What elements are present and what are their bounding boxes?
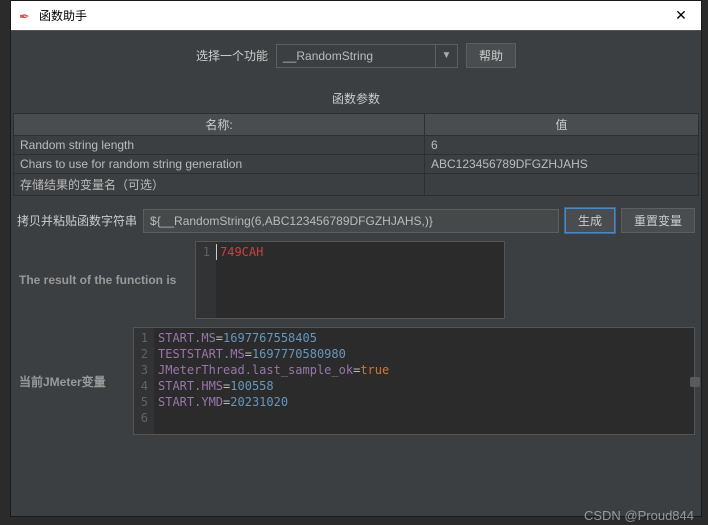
gutter: 1 (196, 242, 216, 318)
jmeter-vars-block: 123456 START.MS=1697767558405TESTSTART.M… (133, 327, 695, 435)
window-title: 函数助手 (39, 7, 669, 24)
result-label: The result of the function is (17, 273, 195, 287)
gutter: 123456 (134, 328, 154, 434)
param-name-cell: 存储结果的变量名（可选） (14, 174, 425, 196)
params-header-row: 名称: 值 (14, 114, 699, 136)
col-header-value: 值 (425, 114, 699, 136)
close-button[interactable]: ✕ (669, 4, 693, 28)
reset-vars-button[interactable]: 重置变量 (621, 208, 695, 233)
jmeter-vars-label: 当前JMeter变量 (17, 373, 133, 390)
jmeter-vars-textarea[interactable]: 123456 START.MS=1697767558405TESTSTART.M… (133, 327, 695, 435)
generate-row: 拷贝并粘贴函数字符串 生成 重置变量 (17, 208, 695, 233)
watermark: CSDN @Proud844 (584, 508, 694, 523)
generate-button[interactable]: 生成 (565, 208, 615, 233)
function-string-input[interactable] (143, 209, 559, 233)
params-title: 函数参数 (11, 86, 701, 113)
function-select-label: 选择一个功能 (196, 47, 268, 64)
copy-paste-label: 拷贝并粘贴函数字符串 (17, 212, 137, 229)
param-name-cell: Chars to use for random string generatio… (14, 155, 425, 174)
function-helper-dialog: ✒ 函数助手 ✕ 选择一个功能 __RandomString ▼ 帮助 函数参数… (10, 0, 702, 517)
code-lines: 749CAH (216, 242, 504, 318)
function-combobox[interactable]: __RandomString ▼ (276, 44, 458, 68)
param-value-cell[interactable]: ABC123456789DFGZHJAHS (425, 155, 699, 174)
function-selector-row: 选择一个功能 __RandomString ▼ 帮助 (11, 43, 701, 68)
params-table: 名称: 值 Random string length 6 Chars to us… (13, 113, 699, 196)
table-row: Random string length 6 (14, 136, 699, 155)
scrollbar-thumb[interactable] (690, 377, 700, 387)
table-row: 存储结果的变量名（可选） (14, 174, 699, 196)
table-row: Chars to use for random string generatio… (14, 155, 699, 174)
chevron-down-icon: ▼ (435, 45, 457, 67)
function-combobox-value: __RandomString (277, 49, 435, 63)
result-textarea[interactable]: 1 749CAH (195, 241, 505, 319)
titlebar: ✒ 函数助手 ✕ (11, 1, 701, 31)
result-row: The result of the function is 1 749CAH (17, 241, 695, 319)
jmeter-vars-row: 当前JMeter变量 123456 START.MS=1697767558405… (17, 327, 695, 435)
help-button[interactable]: 帮助 (466, 43, 516, 68)
col-header-name: 名称: (14, 114, 425, 136)
dialog-content: 选择一个功能 __RandomString ▼ 帮助 函数参数 名称: 值 Ra… (11, 31, 701, 516)
feather-icon: ✒ (19, 9, 33, 23)
code-lines: START.MS=1697767558405TESTSTART.MS=16977… (154, 328, 694, 434)
param-value-cell[interactable] (425, 174, 699, 196)
param-value-cell[interactable]: 6 (425, 136, 699, 155)
result-value: 749CAH (220, 245, 263, 259)
param-name-cell: Random string length (14, 136, 425, 155)
